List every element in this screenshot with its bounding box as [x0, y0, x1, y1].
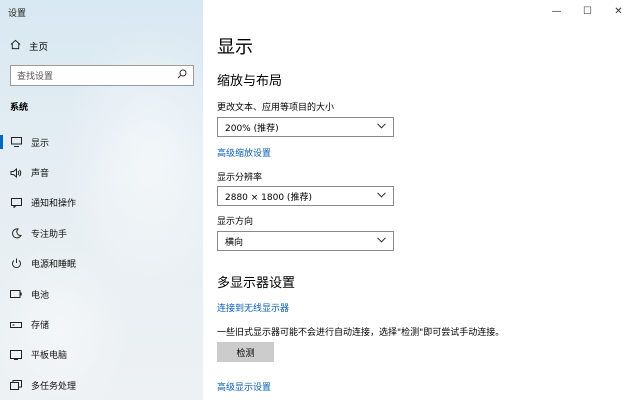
moon-icon [10, 227, 22, 239]
sidebar-item-label: 专注助手 [31, 229, 68, 240]
resolution-label: 显示分辨率 [217, 173, 263, 183]
sidebar-item-label: 电源和睡眠 [31, 260, 77, 271]
storage-icon [10, 319, 22, 331]
home-label: 主页 [29, 42, 49, 53]
main-pane: — ☐ ✕ 显示 缩放与布局 更改文本、应用等项目的大小 200% (推荐) 高… [203, 0, 634, 400]
window-controls: — ☐ ✕ [541, 0, 634, 22]
minimize-icon[interactable]: — [541, 0, 572, 22]
page-title: 显示 [217, 37, 253, 58]
maximize-icon[interactable]: ☐ [572, 0, 603, 22]
sidebar-item-power-sleep[interactable]: 电源和睡眠 [0, 249, 203, 279]
battery-icon [10, 288, 22, 300]
section-label: 系统 [10, 103, 29, 113]
sidebar-item-label: 声音 [31, 169, 50, 180]
window-title: 设置 [8, 9, 27, 19]
sidebar-item-multitasking[interactable]: 多任务处理 [0, 370, 203, 400]
sidebar-item-label: 多任务处理 [31, 381, 77, 392]
monitor-icon [10, 136, 22, 148]
advanced-display-link[interactable]: 高级显示设置 [217, 380, 271, 393]
wireless-display-link[interactable]: 连接到无线显示器 [217, 301, 289, 314]
scale-layout-heading: 缩放与布局 [217, 74, 283, 89]
sidebar-item-label: 电池 [31, 290, 50, 301]
sidebar-item-display[interactable]: 显示 [0, 127, 203, 157]
sidebar-item-battery[interactable]: 电池 [0, 279, 203, 309]
detect-note: 一些旧式显示器可能不会进行自动连接，选择"检测"即可尝试手动连接。 [217, 328, 505, 338]
home-nav-item[interactable]: 主页 [10, 39, 48, 53]
sidebar-item-label: 通知和操作 [31, 199, 77, 210]
scale-label: 更改文本、应用等项目的大小 [217, 103, 335, 113]
resolution-dropdown[interactable]: 2880 × 1800 (推荐) [217, 186, 394, 206]
sidebar-item-focus-assist[interactable]: 专注助手 [0, 218, 203, 248]
sidebar-item-tablet[interactable]: 平板电脑 [0, 340, 203, 370]
orientation-dropdown[interactable]: 横向 [217, 231, 394, 251]
speaker-icon [10, 167, 22, 179]
orientation-value: 横向 [225, 237, 244, 248]
notification-icon [10, 197, 22, 209]
multi-display-heading: 多显示器设置 [217, 276, 296, 291]
scale-dropdown[interactable]: 200% (推荐) [217, 117, 394, 137]
resolution-value: 2880 × 1800 (推荐) [225, 192, 312, 203]
tablet-icon [10, 349, 22, 361]
search-input[interactable]: 查找设置 [10, 65, 194, 86]
detect-button[interactable]: 检测 [217, 342, 274, 362]
chevron-down-icon [377, 236, 386, 246]
sidebar-item-label: 平板电脑 [31, 351, 68, 362]
scale-value: 200% (推荐) [225, 123, 279, 134]
sidebar-nav: 显示 声音 通知和操作 专注助手 电源和睡眠 电池 存储 平板电脑 多任务处理 [0, 127, 203, 400]
sidebar-item-label: 存储 [31, 321, 50, 332]
search-placeholder: 查找设置 [17, 72, 54, 82]
close-icon[interactable]: ✕ [603, 0, 634, 22]
orientation-label: 显示方向 [217, 217, 254, 227]
sidebar-item-label: 显示 [31, 138, 50, 149]
sidebar: 设置 主页 查找设置 系统 显示 声音 通知和操作 专注助手 电源和睡眠 电池 … [0, 0, 203, 400]
sidebar-item-notifications[interactable]: 通知和操作 [0, 188, 203, 218]
power-icon [10, 258, 22, 270]
home-icon [10, 39, 21, 53]
search-icon[interactable] [177, 69, 187, 82]
chevron-down-icon [377, 122, 386, 132]
multitasking-icon [10, 379, 22, 391]
sidebar-item-storage[interactable]: 存储 [0, 309, 203, 339]
chevron-down-icon [377, 191, 386, 201]
sidebar-item-sound[interactable]: 声音 [0, 157, 203, 187]
advanced-scaling-link[interactable]: 高级缩放设置 [217, 146, 271, 159]
